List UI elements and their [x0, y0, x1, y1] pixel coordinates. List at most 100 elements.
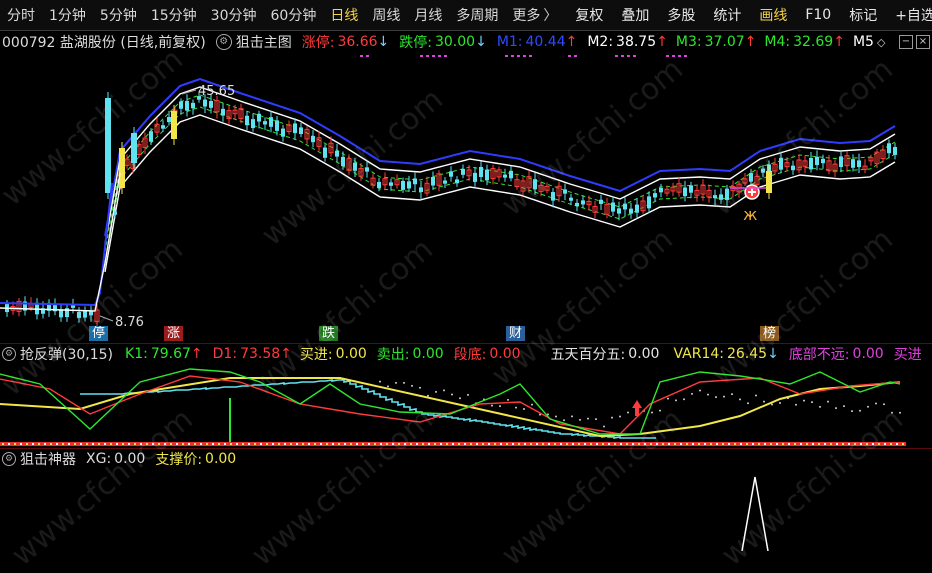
signal-dot [366, 55, 369, 57]
period-tab-5min[interactable]: 5分钟 [93, 5, 144, 25]
baseline-dot [758, 443, 760, 445]
baseline-dot [722, 443, 724, 445]
signal-dot [505, 55, 508, 57]
period-tab-60min[interactable]: 60分钟 [264, 5, 324, 25]
white-dot [587, 417, 589, 420]
tag-rise[interactable]: 涨 [164, 326, 184, 341]
period-tab-more[interactable]: 更多〉 [505, 5, 564, 25]
mark-button[interactable]: 标记 [842, 5, 884, 25]
baseline-dot [434, 443, 436, 445]
white-dot [851, 410, 853, 413]
signal-dot [360, 55, 363, 57]
settings-gear-icon[interactable]: ⚙ [215, 34, 232, 50]
baseline-dot [728, 443, 730, 445]
baseline-dot [470, 443, 472, 445]
white-dot [755, 394, 757, 397]
baseline-dot [188, 443, 190, 445]
buy-into-label: 买进 [893, 347, 922, 363]
white-dot [875, 402, 877, 405]
baseline-dot [362, 443, 364, 445]
white-dot [811, 401, 813, 404]
f10-button[interactable]: F10 [798, 7, 838, 23]
arrow-down-icon: ↓ [377, 34, 390, 50]
white-dot [859, 409, 861, 412]
white-dot [619, 415, 621, 418]
m4-value: 32.69 [793, 34, 834, 50]
baseline-dot [452, 443, 454, 445]
zhangting-label: 涨停: [301, 35, 335, 51]
arrow-down-icon: ↓ [475, 34, 487, 50]
candle-body-down [221, 108, 225, 116]
draw-line-button[interactable]: 画线 [752, 5, 794, 25]
close-icon[interactable]: × [916, 35, 930, 49]
baseline-dot [536, 443, 538, 445]
white-dot [795, 403, 797, 406]
baseline-dot [260, 443, 262, 445]
baseline-dot [302, 443, 304, 445]
candle-body-down [563, 189, 567, 194]
candle-body-down [617, 208, 621, 214]
statistics-button[interactable]: 统计 [706, 5, 748, 25]
template-name[interactable]: 狙击主图 [236, 32, 292, 52]
white-dot [499, 405, 501, 408]
candle-body-down [839, 156, 843, 168]
baseline-dot [584, 443, 586, 445]
candle-body-down [473, 172, 477, 182]
baseline-dot [524, 443, 526, 445]
m4-label: M4: [764, 34, 791, 50]
period-toolbar: 分时 1分钟 5分钟 15分钟 30分钟 60分钟 日线 周线 月线 多周期 更… [0, 0, 932, 31]
baseline-dot [596, 443, 598, 445]
white-dot [419, 386, 421, 389]
sniper-indicator-name[interactable]: 狙击神器 [20, 449, 76, 469]
white-dot [595, 418, 597, 421]
baseline-dot [800, 443, 802, 445]
period-tab-monthly[interactable]: 月线 [407, 5, 449, 25]
white-dot [467, 393, 469, 396]
candle-body-big [131, 133, 137, 163]
multi-stock-button[interactable]: 多股 [660, 5, 702, 25]
signal-dot [444, 55, 447, 57]
candle-body-down [413, 178, 417, 185]
baseline-dot [272, 443, 274, 445]
baseline-dot [224, 443, 226, 445]
m3-value: 37.07 [704, 34, 745, 50]
signal-dot [615, 55, 618, 57]
candle-body-down [647, 196, 651, 209]
overlay-button[interactable]: 叠加 [614, 5, 656, 25]
signal-dot [678, 55, 681, 57]
settings-gear-icon[interactable]: ⚙ [2, 452, 16, 466]
candle-body-down [509, 170, 513, 179]
chevron-right-icon: 〉 [543, 8, 558, 24]
period-tab-30min[interactable]: 30分钟 [204, 5, 264, 25]
baseline-dot [242, 443, 244, 445]
baseline-dot [68, 443, 70, 445]
white-dot [771, 403, 773, 406]
white-dot [707, 393, 709, 396]
candle-body-down [659, 187, 663, 193]
baseline-dot [32, 443, 34, 445]
candle-body-down [821, 158, 825, 164]
baseline-dot [710, 443, 712, 445]
fuquan-button[interactable]: 复权 [568, 5, 610, 25]
signal-dot [426, 55, 429, 57]
signal-dots [360, 55, 687, 57]
k1-label: K1: [125, 346, 148, 362]
white-dot [675, 399, 677, 402]
signal-dot [511, 55, 514, 57]
period-tab-fenshi[interactable]: 分时 [0, 5, 42, 25]
period-tab-weekly[interactable]: 周线 [365, 5, 407, 25]
add-watchlist-button[interactable]: +自选 [888, 5, 932, 25]
white-dot [491, 404, 493, 407]
candle-body-down [257, 113, 261, 122]
minimize-icon[interactable]: − [899, 35, 913, 49]
baseline-dot [464, 443, 466, 445]
near-bottom-label: 底部不远: [788, 347, 850, 363]
candle-body-down [149, 131, 153, 142]
candle-body-down [191, 102, 195, 109]
period-tab-1min[interactable]: 1分钟 [42, 5, 93, 25]
period-tab-15min[interactable]: 15分钟 [144, 5, 204, 25]
period-tab-multi[interactable]: 多周期 [449, 5, 505, 25]
baseline-dot [542, 443, 544, 445]
candle-body-down [377, 181, 381, 189]
period-tab-daily[interactable]: 日线 [323, 5, 365, 25]
